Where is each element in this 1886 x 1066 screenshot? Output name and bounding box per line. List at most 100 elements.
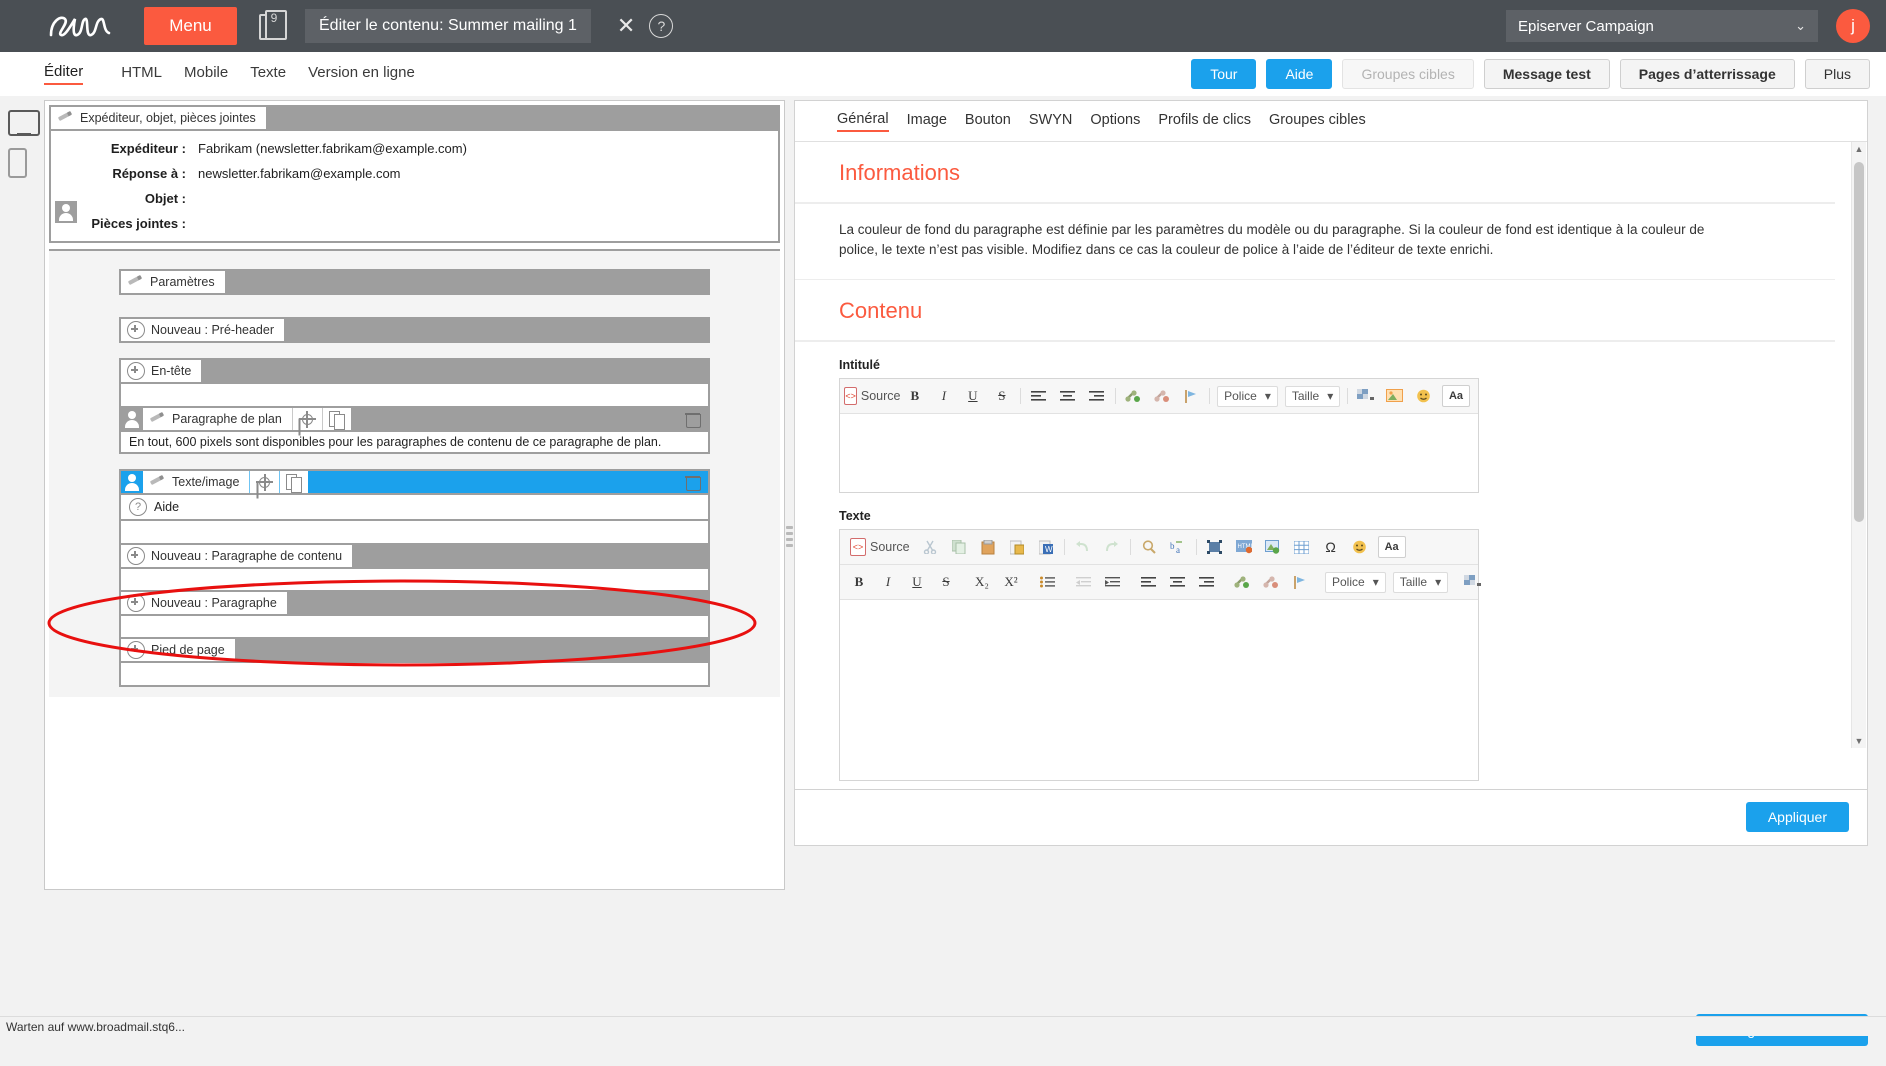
underline-button[interactable]: U <box>962 386 984 406</box>
duplicate-button[interactable] <box>280 471 309 493</box>
strikethrough-button[interactable]: S <box>935 572 957 592</box>
scroll-down-icon[interactable]: ▼ <box>1852 734 1866 748</box>
duplicate-button[interactable] <box>322 408 351 430</box>
tab-editer[interactable]: Éditer <box>44 63 84 85</box>
text-color-icon[interactable] <box>1462 572 1484 592</box>
align-left-icon[interactable] <box>1028 386 1050 406</box>
tab-image[interactable]: Image <box>907 112 947 131</box>
panel-splitter[interactable] <box>786 526 793 548</box>
align-center-icon[interactable] <box>1057 386 1079 406</box>
plus-button[interactable]: Plus <box>1804 59 1870 89</box>
row-texte-image-help[interactable]: ? Aide <box>119 495 710 521</box>
pages-atterrissage-button[interactable]: Pages d’atterrissage <box>1619 59 1795 89</box>
aide-button[interactable]: Aide <box>1266 59 1333 89</box>
subscript-button[interactable]: X₂ <box>971 572 993 592</box>
select-all-icon[interactable] <box>1204 537 1226 557</box>
undo-icon[interactable] <box>1072 537 1094 557</box>
intitule-editor[interactable]: <> Source B I U S Police ▾ Taille ▾ Aa <box>839 378 1479 494</box>
row-pied-label-group[interactable]: Pied de page <box>121 639 235 661</box>
size-select[interactable]: Taille ▾ <box>1284 385 1341 407</box>
link-icon[interactable] <box>1231 572 1253 592</box>
row-texte-image-selected[interactable]: Texte/image <box>119 469 710 495</box>
client-selector[interactable]: Episerver Campaign ⌄ <box>1506 10 1818 42</box>
sender-bar-label-group[interactable]: Expéditeur, objet, pièces jointes <box>51 107 266 129</box>
unlink-icon[interactable] <box>1260 572 1282 592</box>
align-right-icon[interactable] <box>1086 386 1108 406</box>
align-left-icon[interactable] <box>1137 572 1159 592</box>
row-para-contenu-label-group[interactable]: Nouveau : Paragraphe de contenu <box>121 545 353 567</box>
paste-word-icon[interactable]: W <box>1035 537 1057 557</box>
indent-icon[interactable] <box>1101 572 1123 592</box>
italic-button[interactable]: I <box>877 572 899 592</box>
bulleted-list-icon[interactable] <box>1036 572 1058 592</box>
groupes-cibles-button[interactable]: Groupes cibles <box>1342 59 1474 89</box>
tab-groupes-cibles[interactable]: Groupes cibles <box>1269 112 1366 131</box>
copy-icon[interactable] <box>948 537 970 557</box>
image-icon[interactable] <box>1384 386 1406 406</box>
superscript-button[interactable]: X² <box>1000 572 1022 592</box>
find-icon[interactable] <box>1138 537 1160 557</box>
desktop-preview-icon[interactable] <box>8 110 40 136</box>
help-icon[interactable]: ? <box>649 14 674 38</box>
move-handle[interactable] <box>250 471 280 493</box>
row-nouveau-para-label-group[interactable]: Nouveau : Paragraphe <box>121 592 287 614</box>
move-handle[interactable] <box>292 408 322 430</box>
tab-profils-de-clics[interactable]: Profils de clics <box>1158 112 1251 131</box>
tab-mobile[interactable]: Mobile <box>184 64 228 84</box>
redo-icon[interactable] <box>1101 537 1123 557</box>
size-select[interactable]: Taille ▾ <box>1392 571 1449 593</box>
row-preheader-label-group[interactable]: Nouveau : Pré-header <box>121 319 284 341</box>
row-plan-label-group[interactable]: Paragraphe de plan <box>143 408 292 430</box>
row-entete-label-group[interactable]: En-tête <box>121 360 202 382</box>
close-icon[interactable]: ✕ <box>617 15 635 37</box>
underline-button[interactable]: U <box>906 572 928 592</box>
delete-button[interactable] <box>677 408 708 430</box>
anchor-icon[interactable] <box>1289 572 1311 592</box>
mailing-stack-icon[interactable]: 9 <box>259 10 289 42</box>
intitule-input[interactable] <box>840 414 1478 493</box>
scroll-up-icon[interactable]: ▲ <box>1852 142 1866 156</box>
properties-scrollbar[interactable]: ▲ ▼ <box>1851 142 1866 748</box>
smiley-icon[interactable] <box>1349 537 1371 557</box>
sender-subject-attachments-bar[interactable]: Expéditeur, objet, pièces jointes <box>49 105 780 131</box>
bold-button[interactable]: B <box>904 386 926 406</box>
row-nouveau-paragraphe[interactable]: Nouveau : Paragraphe <box>119 590 710 616</box>
apply-button[interactable]: Appliquer <box>1745 802 1849 832</box>
avatar[interactable]: j <box>1836 9 1870 43</box>
tab-texte[interactable]: Texte <box>250 64 286 84</box>
row-paragraphe-de-plan[interactable]: Paragraphe de plan <box>119 406 710 432</box>
row-nouveau-preheader[interactable]: Nouveau : Pré-header <box>119 317 710 343</box>
row-parametres-label-group[interactable]: Paramètres <box>121 271 225 293</box>
image-icon[interactable] <box>1262 537 1284 557</box>
paste-text-icon[interactable] <box>1006 537 1028 557</box>
texte-editor[interactable]: <> Source W b a HT Ω Aa B I U S X₂ X² Po… <box>839 529 1482 782</box>
tab-swyn[interactable]: SWYN <box>1029 112 1073 131</box>
source-button[interactable]: <> Source <box>848 537 912 557</box>
row-texte-image-label-group[interactable]: Texte/image <box>143 471 250 493</box>
texte-input[interactable] <box>840 600 1478 781</box>
font-select[interactable]: Police ▾ <box>1217 385 1278 407</box>
row-en-tete[interactable]: En-tête <box>119 358 710 384</box>
row-nouveau-paragraphe-contenu[interactable]: Nouveau : Paragraphe de contenu <box>119 543 710 569</box>
row-parametres[interactable]: Paramètres <box>119 269 710 295</box>
html-block-icon[interactable]: HTML <box>1233 537 1255 557</box>
special-chars-button[interactable]: Aa <box>1441 385 1470 408</box>
message-test-button[interactable]: Message test <box>1483 59 1610 89</box>
table-icon[interactable] <box>1291 537 1313 557</box>
link-icon[interactable] <box>1122 386 1144 406</box>
cut-icon[interactable] <box>919 537 941 557</box>
italic-button[interactable]: I <box>933 386 955 406</box>
tab-general[interactable]: Général <box>837 111 889 132</box>
tab-bouton[interactable]: Bouton <box>965 112 1011 131</box>
anchor-icon[interactable] <box>1180 386 1202 406</box>
tab-version-en-ligne[interactable]: Version en ligne <box>308 64 415 84</box>
font-select[interactable]: Police ▾ <box>1325 571 1386 593</box>
unlink-icon[interactable] <box>1151 386 1173 406</box>
special-char-omega-icon[interactable]: Ω <box>1320 537 1342 557</box>
tab-html[interactable]: HTML <box>121 64 162 84</box>
text-color-icon[interactable] <box>1355 386 1377 406</box>
smiley-icon[interactable] <box>1413 386 1435 406</box>
replace-icon[interactable]: ba <box>1167 537 1189 557</box>
mobile-preview-icon[interactable] <box>8 148 27 178</box>
strikethrough-button[interactable]: S <box>991 386 1013 406</box>
